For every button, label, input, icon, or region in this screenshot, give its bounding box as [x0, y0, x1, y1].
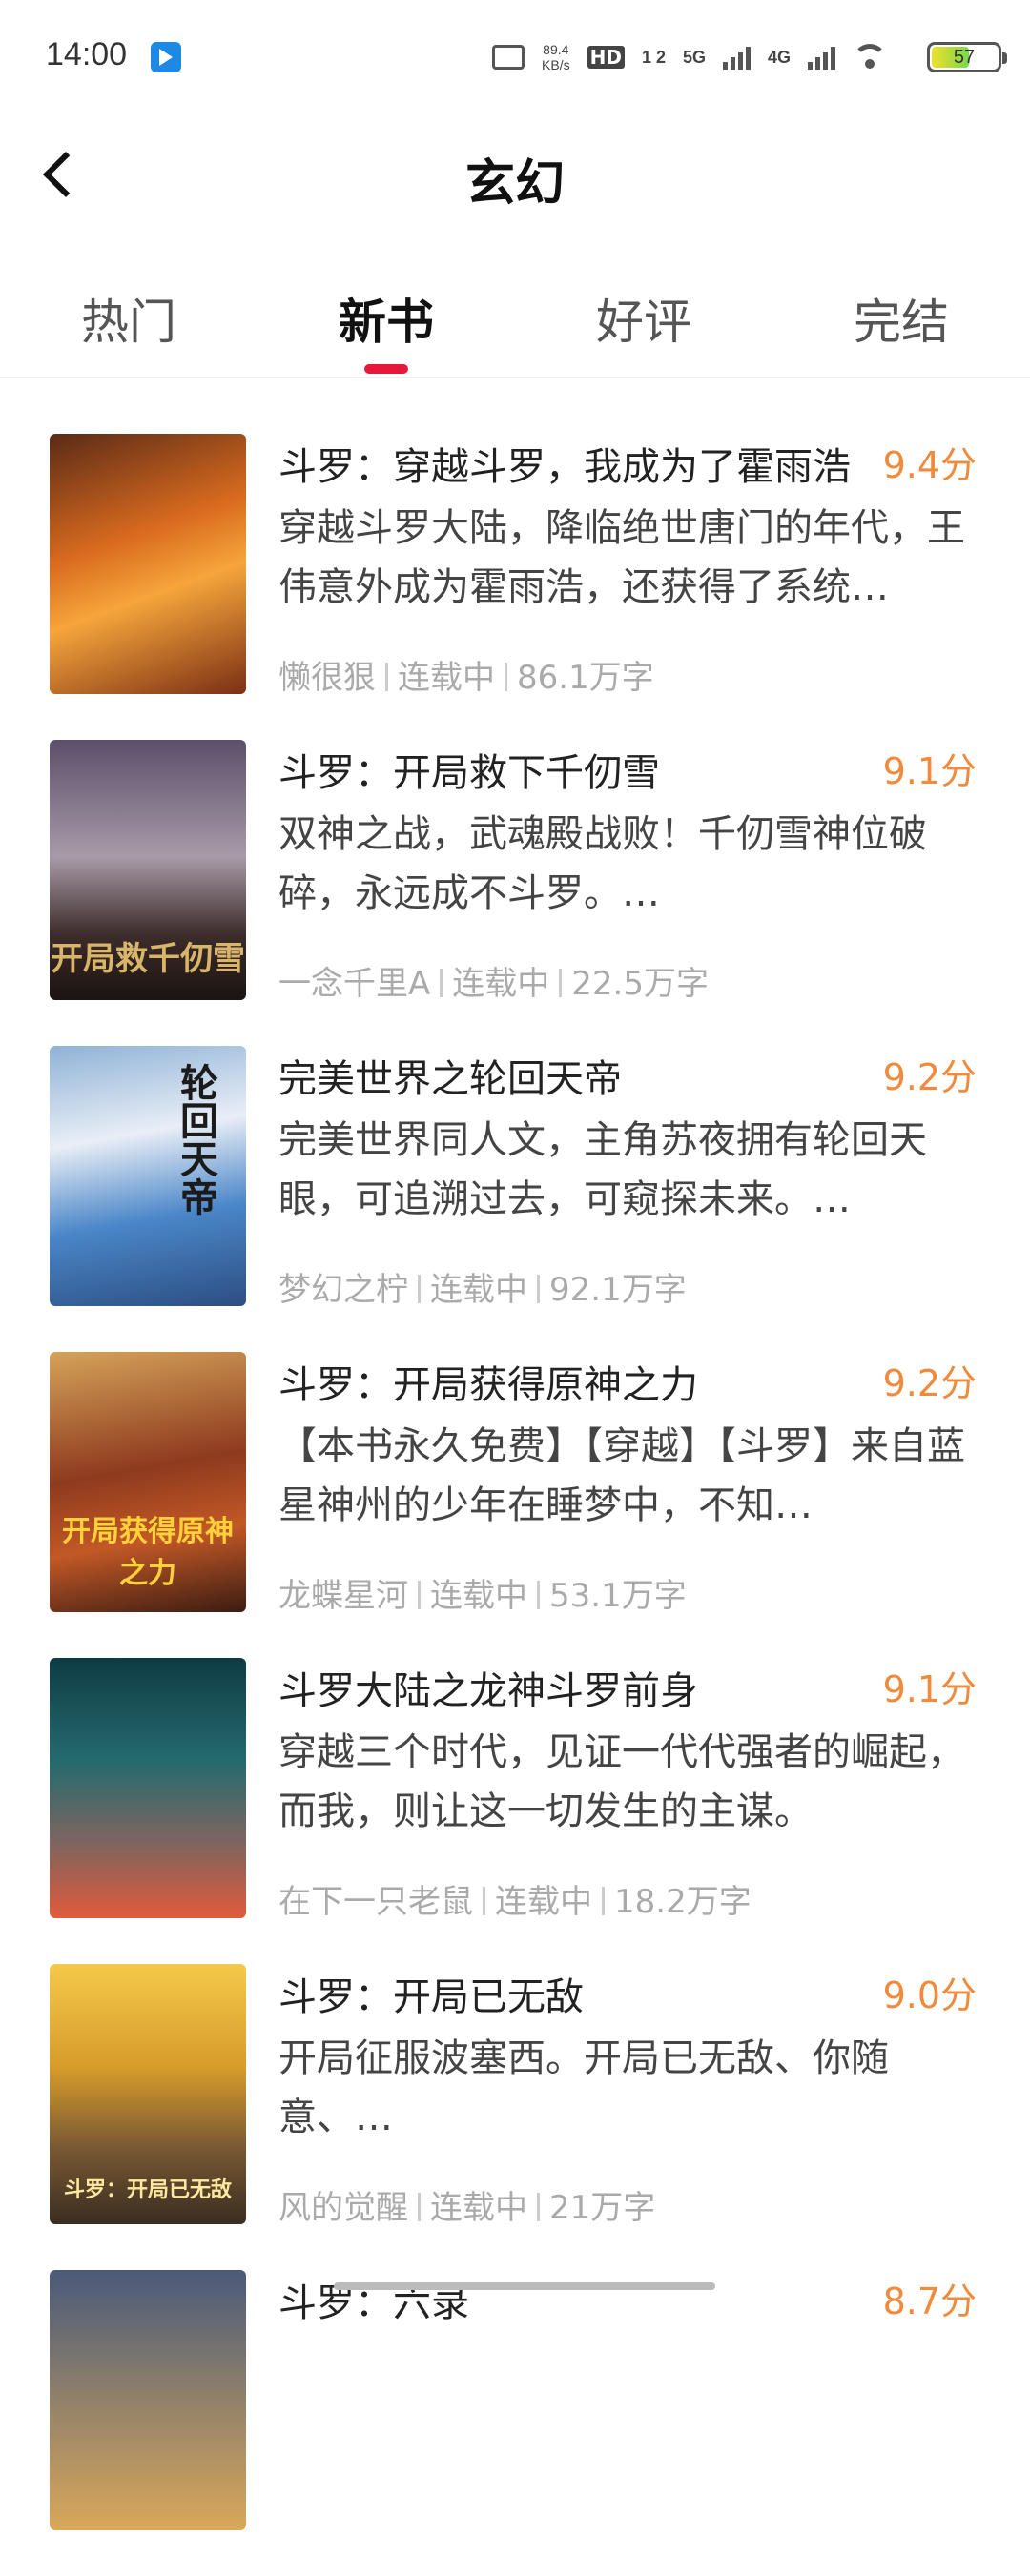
book-author: 懒很狠: [278, 659, 376, 697]
5g-label: 5G: [682, 47, 706, 67]
book-meta: 懒很狠 连载中 86.1万字: [278, 651, 654, 698]
network-speed: 89.4 KB/s: [542, 42, 570, 72]
book-status: 连载中: [452, 965, 550, 1003]
book-author: 梦幻之柠: [278, 1271, 408, 1309]
hd-icon: HD: [587, 46, 625, 69]
book-author: 风的觉醒: [278, 2189, 408, 2227]
book-status: 连载中: [495, 1883, 592, 1921]
list-item[interactable]: 斗罗：开局已无敌 斗罗：开局已无敌 9.0分 开局征服波塞西。开局已无敌、你随意…: [0, 1964, 1030, 2270]
book-score: 9.1分: [882, 750, 977, 792]
book-description: 完美世界同人文，主角苏夜拥有轮回天眼，可追溯过去，可窥探未来。…: [278, 1118, 927, 1221]
book-meta: 龙蝶星河 连载中 53.1万字: [278, 1569, 687, 1616]
book-meta: 梦幻之柠 连载中 92.1万字: [278, 1263, 687, 1310]
tab-new[interactable]: 新书: [258, 284, 515, 353]
book-cover[interactable]: [50, 434, 246, 694]
book-words: 53.1万字: [549, 1577, 687, 1615]
battery-icon: 57: [927, 42, 1007, 72]
book-meta: 在下一只老鼠 连载中 18.2万字: [278, 1875, 752, 1922]
list-item[interactable]: 开局获得原神之力 斗罗：开局获得原神之力 9.2分 【本书永久免费】【穿越】【斗…: [0, 1352, 1030, 1658]
page-header: 玄幻: [0, 114, 1030, 229]
active-tab-indicator: [364, 364, 408, 374]
hd-sim-label: 1 2: [641, 47, 666, 67]
status-time: 14:00: [46, 36, 128, 72]
book-status: 连载中: [398, 659, 495, 697]
list-item[interactable]: 斗罗大陆之龙神斗罗前身 9.1分 穿越三个时代，见证一代代强者的崛起，而我，则让…: [0, 1658, 1030, 1964]
book-meta: 风的觉醒 连载中 21万字: [278, 2181, 655, 2228]
book-cover[interactable]: 开局获得原神之力: [50, 1352, 246, 1612]
book-words: 86.1万字: [517, 659, 654, 697]
cover-title: 轮回天帝: [174, 1063, 218, 1216]
vibrate-icon: [492, 45, 525, 70]
book-title: 斗罗：开局已无敌: [278, 1975, 584, 2019]
book-description: 开局征服波塞西。开局已无敌、你随意、…: [278, 2036, 889, 2139]
book-title: 斗罗大陆之龙神斗罗前身: [278, 1669, 698, 1713]
notification-app-icon: [151, 42, 181, 72]
book-words: 21万字: [549, 2189, 656, 2227]
signal-icon-1: [722, 45, 751, 70]
page-title: 玄幻: [464, 154, 565, 213]
book-title: 斗罗：开局获得原神之力: [278, 1363, 698, 1407]
book-description: 双神之战，武魂殿战败！千仞雪神位破碎，永远成不斗罗。…: [278, 812, 927, 915]
book-score: 9.1分: [882, 1668, 977, 1710]
book-author: 一念千里A: [278, 965, 431, 1003]
book-title: 斗罗：穿越斗罗，我成为了霍雨浩: [278, 445, 851, 489]
cover-title: 开局救千仞雪: [51, 940, 245, 978]
book-title: 完美世界之轮回天帝: [278, 1057, 622, 1101]
book-words: 22.5万字: [571, 965, 709, 1003]
tab-finished[interactable]: 完结: [772, 284, 1030, 353]
book-score: 9.0分: [882, 1974, 977, 2016]
cover-title: 开局获得原神之力: [62, 1515, 234, 1590]
list-item[interactable]: 轮回天帝 完美世界之轮回天帝 9.2分 完美世界同人文，主角苏夜拥有轮回天眼，可…: [0, 1046, 1030, 1352]
book-status: 连载中: [430, 2189, 527, 2227]
list-item[interactable]: 开局救千仞雪 斗罗：开局救下千仞雪 9.1分 双神之战，武魂殿战败！千仞雪神位破…: [0, 740, 1030, 1046]
book-cover[interactable]: 斗罗：开局已无敌: [50, 1964, 246, 2224]
book-description: 穿越斗罗大陆，降临绝世唐门的年代，王伟意外成为霍雨浩，还获得了系统…: [278, 506, 965, 609]
book-meta: 一念千里A 连载中 22.5万字: [278, 957, 709, 1004]
book-score: 9.2分: [882, 1362, 977, 1404]
book-cover[interactable]: [50, 1658, 246, 1918]
4g-label: 4G: [767, 47, 791, 67]
book-author: 在下一只老鼠: [278, 1883, 473, 1921]
tab-rated[interactable]: 好评: [515, 284, 772, 353]
status-icons: 89.4 KB/s HD 1 2 5G 4G: [492, 34, 887, 80]
signal-icon-2: [808, 45, 835, 70]
book-description: 【本书永久免费】【穿越】【斗罗】来自蓝星神州的少年在睡梦中，不知…: [278, 1424, 965, 1527]
book-description: 穿越三个时代，见证一代代强者的崛起，而我，则让这一切发生的主谋。: [278, 1730, 965, 1833]
battery-percent: 57: [953, 47, 976, 68]
home-indicator[interactable]: [334, 2282, 715, 2290]
list-item[interactable]: 斗罗：穿越斗罗，我成为了霍雨浩 9.4分 穿越斗罗大陆，降临绝世唐门的年代，王伟…: [0, 434, 1030, 740]
status-bar: 14:00 89.4 KB/s HD 1 2 5G 4G 57: [0, 0, 1030, 114]
book-score: 9.2分: [882, 1056, 977, 1098]
tab-hot[interactable]: 热门: [0, 284, 258, 353]
book-author: 龙蝶星河: [278, 1577, 408, 1615]
book-status: 连载中: [430, 1577, 527, 1615]
list-item[interactable]: 斗罗：六录 8.7分: [0, 2270, 1030, 2576]
book-title: 斗罗：六录: [278, 2281, 469, 2325]
book-cover[interactable]: 开局救千仞雪: [50, 740, 246, 1000]
category-tabs: 热门 新书 好评 完结: [0, 267, 1030, 378]
book-status: 连载中: [430, 1271, 527, 1309]
cover-title: 斗罗：开局已无敌: [63, 2177, 232, 2202]
book-words: 18.2万字: [614, 1883, 752, 1921]
book-cover[interactable]: [50, 2270, 246, 2530]
book-title: 斗罗：开局救下千仞雪: [278, 751, 660, 795]
book-score: 8.7分: [882, 2280, 977, 2322]
wifi-icon: [853, 44, 887, 71]
book-score: 9.4分: [882, 444, 977, 486]
book-cover[interactable]: 轮回天帝: [50, 1046, 246, 1306]
book-words: 92.1万字: [549, 1271, 687, 1309]
